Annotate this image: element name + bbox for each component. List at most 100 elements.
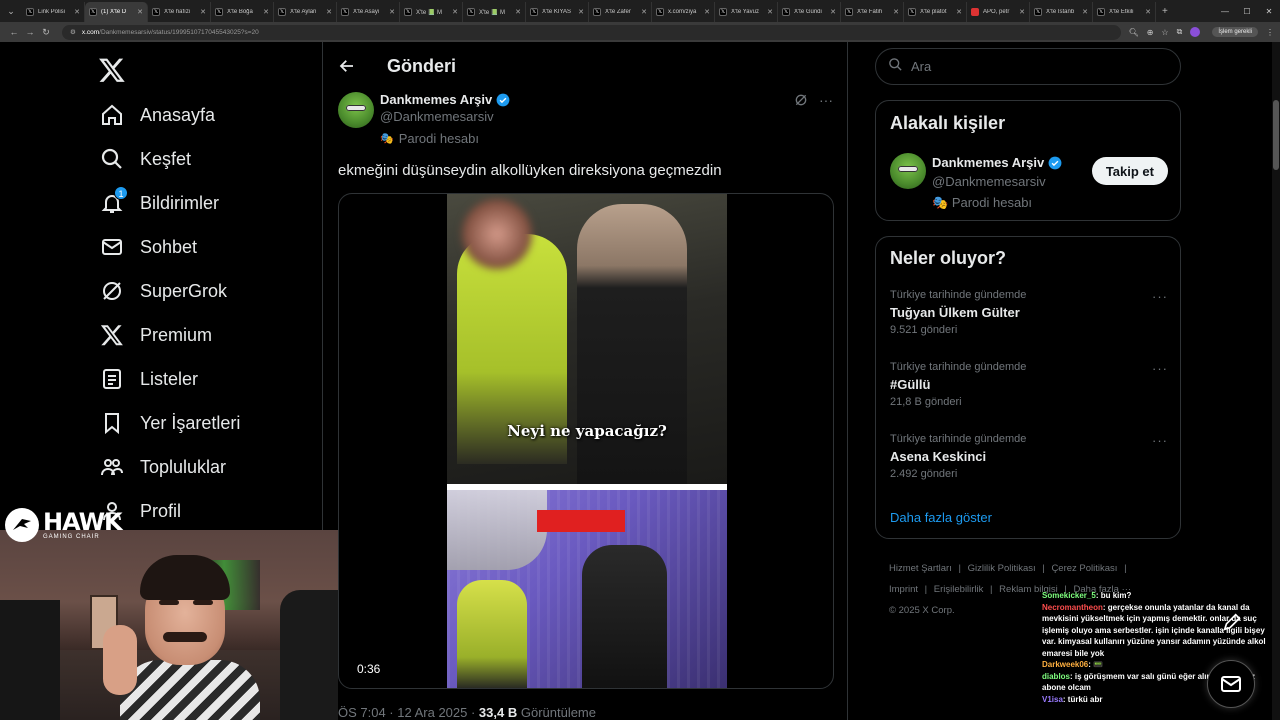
tab-close-icon[interactable]: ✕ [1145, 8, 1151, 16]
tab-close-icon[interactable]: ✕ [1082, 8, 1088, 16]
more-options-icon[interactable]: ··· [1152, 289, 1168, 304]
minimize-icon[interactable]: — [1214, 7, 1236, 16]
translate-icon[interactable]: ⊕ [1147, 28, 1154, 37]
x-logo-icon[interactable] [98, 56, 126, 84]
author-handle[interactable]: @Dankmemesarsiv [380, 109, 510, 124]
more-options-icon[interactable]: ··· [1152, 361, 1168, 376]
nav-item-x[interactable]: Premium [98, 313, 212, 357]
bell-icon: 1 [98, 186, 128, 217]
tab-close-icon[interactable]: ✕ [830, 8, 836, 16]
footer-privacy[interactable]: Gizlilik Politikası [968, 563, 1036, 574]
tab-close-icon[interactable]: ✕ [263, 8, 269, 16]
browser-tab[interactable]: APO, petr ✕ [967, 2, 1030, 22]
tab-close-icon[interactable]: ✕ [389, 8, 395, 16]
related-person[interactable]: Dankmemes Arşiv @Dankmemesarsiv 🎭 Parodi… [890, 153, 1168, 213]
nav-item-home[interactable]: Anasayfa [98, 93, 215, 137]
nav-item-search[interactable]: Keşfet [98, 137, 191, 181]
nav-item-mail[interactable]: Sohbet [98, 225, 197, 269]
scroll-thumb[interactable] [1273, 100, 1279, 170]
tab-close-icon[interactable]: ✕ [515, 8, 521, 16]
close-window-icon[interactable]: ✕ [1258, 7, 1280, 16]
related-handle[interactable]: @Dankmemesarsiv [932, 174, 1046, 189]
tab-close-icon[interactable]: ✕ [74, 8, 80, 16]
nav-item-bookmark[interactable]: Yer İşaretleri [98, 401, 240, 445]
nav-item-communities[interactable]: Topluluklar [98, 445, 226, 489]
browser-tab[interactable]: 𝕏 X'te Aylan ✕ [274, 2, 337, 22]
tab-close-icon[interactable]: ✕ [452, 8, 458, 16]
back-arrow-icon[interactable] [337, 56, 357, 76]
new-tab-button[interactable]: + [1162, 6, 1168, 17]
compose-icon[interactable] [1218, 608, 1246, 636]
search-bar[interactable] [875, 48, 1181, 85]
related-name[interactable]: Dankmemes Arşiv [932, 155, 1044, 170]
more-options-icon[interactable]: ··· [819, 92, 833, 111]
browser-menu-icon[interactable]: ⋮ [1266, 28, 1274, 37]
tab-close-icon[interactable]: ✕ [137, 8, 143, 16]
profile-pill[interactable]: İşlem gerekli [1212, 27, 1258, 37]
browser-tab[interactable]: 𝕏 X'te 📗 M ✕ [400, 2, 463, 22]
author-name-row[interactable]: Dankmemes Arşiv [380, 92, 510, 107]
footer-terms[interactable]: Hizmet Şartları [889, 563, 952, 574]
extension-purple-icon[interactable] [1190, 27, 1201, 37]
browser-tab[interactable]: 𝕏 X'te Fatih ✕ [841, 2, 904, 22]
nav-item-label: Keşfet [140, 148, 192, 169]
post-time[interactable]: ÖS 7:04 · 12 Ara 2025 · [338, 705, 479, 720]
zoom-icon[interactable]: 🔍︎ [1129, 28, 1139, 37]
follow-button[interactable]: Takip et [1091, 157, 1168, 185]
page-scrollbar[interactable] [1272, 42, 1280, 720]
reload-icon[interactable]: ↻ [38, 27, 54, 38]
author-avatar[interactable] [338, 92, 374, 128]
star-icon[interactable]: ☆ [1161, 28, 1168, 37]
trend-item[interactable]: Türkiye tarihinde gündemde Tuğyan Ülkem G… [890, 289, 1168, 336]
browser-tab[interactable]: 𝕏 X'te platot ✕ [904, 2, 967, 22]
browser-tab[interactable]: 𝕏 X'te Asayı ✕ [337, 2, 400, 22]
tab-close-icon[interactable]: ✕ [578, 8, 584, 16]
tab-close-icon[interactable]: ✕ [200, 8, 206, 16]
search-input[interactable] [911, 59, 1151, 74]
tab-close-icon[interactable]: ✕ [893, 8, 899, 16]
footer-accessibility[interactable]: Erişilebilirlik [934, 584, 984, 595]
browser-tab[interactable]: 𝕏 X'te Boğa ✕ [211, 2, 274, 22]
browser-tab[interactable]: 𝕏 X'te 📗 M ✕ [463, 2, 526, 22]
footer-cookies[interactable]: Çerez Politikası [1051, 563, 1117, 574]
nav-item-bell[interactable]: 1 Bildirimler [98, 181, 219, 225]
browser-tab[interactable]: 𝕏 X'te Yavuz ✕ [715, 2, 778, 22]
related-avatar[interactable] [890, 153, 926, 189]
messages-fab[interactable] [1207, 660, 1255, 708]
tab-close-icon[interactable]: ✕ [767, 8, 773, 16]
browser-tab[interactable]: 𝕏 X'te KIYAS ✕ [526, 2, 589, 22]
forward-nav-icon[interactable]: → [22, 27, 38, 37]
post-actions: ··· [793, 92, 833, 111]
related-name-row[interactable]: Dankmemes Arşiv [932, 155, 1062, 170]
show-more-link[interactable]: Daha fazla göster [890, 510, 992, 525]
site-info-icon[interactable]: ⚙ [70, 28, 76, 36]
tab-search-icon[interactable]: ⌄ [0, 0, 22, 22]
tab-close-icon[interactable]: ✕ [956, 8, 962, 16]
grok-icon[interactable] [793, 92, 809, 111]
browser-tab[interactable]: 𝕏 X'te Etkili ✕ [1093, 2, 1156, 22]
maximize-icon[interactable]: ☐ [1236, 7, 1258, 16]
tab-close-icon[interactable]: ✕ [1019, 8, 1025, 16]
url-field[interactable]: ⚙ x.com/Dankmemesarsiv/status/1999510717… [62, 24, 1121, 40]
tab-close-icon[interactable]: ✕ [641, 8, 647, 16]
more-options-icon[interactable]: ··· [1152, 433, 1168, 448]
browser-tab[interactable]: 𝕏 X'te Gündi ✕ [778, 2, 841, 22]
nav-item-grok[interactable]: SuperGrok [98, 269, 227, 313]
extensions-icon[interactable]: ⧉ [1177, 27, 1183, 37]
chat-username: Somekicker_5 [1042, 591, 1096, 600]
back-nav-icon[interactable]: ← [6, 27, 22, 37]
nav-item-list[interactable]: Listeler [98, 357, 198, 401]
trend-item[interactable]: Türkiye tarihinde gündemde Asena Keskinci… [890, 433, 1168, 480]
browser-tab[interactable]: 𝕏 (1) X'te D ✕ [85, 2, 148, 22]
author-name[interactable]: Dankmemes Arşiv [380, 92, 492, 107]
video-player[interactable]: Neyi ne yapacağız? 0:36 [338, 193, 834, 689]
trend-item[interactable]: Türkiye tarihinde gündemde #Güllü 21,8 B g… [890, 361, 1168, 408]
browser-tab[interactable]: 𝕏 X'te Zafer ✕ [589, 2, 652, 22]
footer-imprint[interactable]: Imprint [889, 584, 918, 595]
browser-tab[interactable]: 𝕏x.com/ziya ✕ [652, 2, 715, 22]
browser-tab[interactable]: 𝕏 X'te hafızı ✕ [148, 2, 211, 22]
tab-close-icon[interactable]: ✕ [326, 8, 332, 16]
browser-tab[interactable]: 𝕏 Link Polisi ✕ [22, 2, 85, 22]
tab-close-icon[interactable]: ✕ [704, 8, 710, 16]
browser-tab[interactable]: 𝕏 X'te İstanb ✕ [1030, 2, 1093, 22]
